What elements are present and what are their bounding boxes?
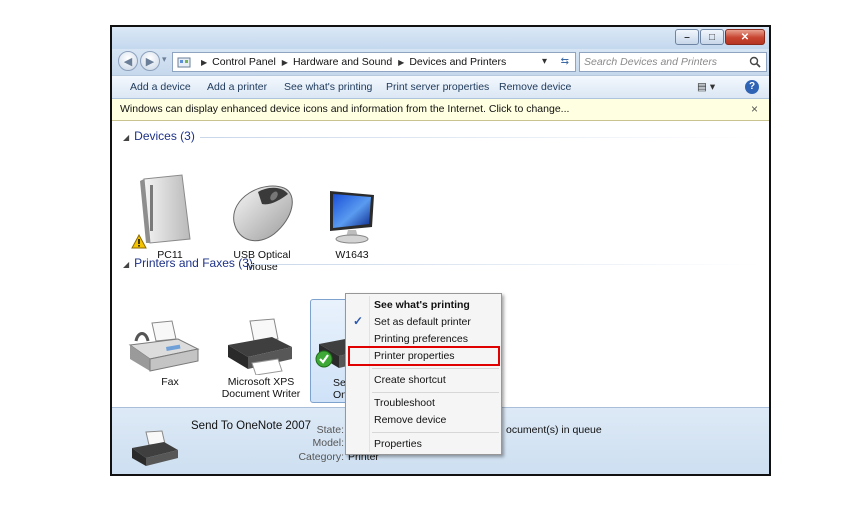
menu-separator	[372, 432, 499, 433]
minimize-button[interactable]: –	[675, 29, 699, 45]
help-icon[interactable]: ?	[745, 80, 759, 94]
maximize-icon: □	[708, 31, 716, 43]
default-printer-check-icon	[315, 350, 333, 368]
control-panel-icon	[177, 57, 191, 67]
group-divider	[250, 264, 760, 265]
search-box	[579, 52, 767, 72]
breadcrumb-devices-and-printers[interactable]: Devices and Printers	[409, 56, 506, 68]
printer-label: Fax	[161, 376, 179, 388]
breadcrumb-hardware-and-sound[interactable]: Hardware and Sound	[293, 56, 392, 68]
add-device-button[interactable]: Add a device	[130, 81, 191, 93]
title-bar[interactable]: – □ ✕	[112, 27, 769, 49]
command-bar: Add a device Add a printer See what's pr…	[112, 75, 769, 99]
forward-button[interactable]: ▶	[140, 51, 160, 71]
mouse-icon	[233, 185, 293, 242]
menu-item-create-shortcut[interactable]: Create shortcut	[374, 374, 446, 386]
warning-icon	[131, 234, 147, 249]
breadcrumb-control-panel[interactable]: Control Panel	[212, 56, 276, 68]
collapse-triangle-icon: ◢	[123, 133, 130, 142]
close-button[interactable]: ✕	[725, 29, 765, 45]
remove-device-button[interactable]: Remove device	[499, 81, 571, 93]
breadcrumb-separator-icon: ▶	[201, 57, 208, 67]
devices-group-title: Devices (3)	[134, 129, 195, 143]
monitor-icon	[330, 191, 374, 244]
forward-arrow-icon: ▶	[145, 55, 155, 68]
menu-item-properties[interactable]: Properties	[374, 438, 422, 450]
close-info-bar-icon[interactable]: ×	[751, 102, 758, 116]
address-row: ◀ ▶ ▾ ▶ Control Panel ▶ Hardware and Sou…	[112, 49, 769, 75]
details-state-label: State:	[316, 424, 344, 436]
details-queue-status: ocument(s) in queue	[506, 424, 602, 436]
checkmark-icon: ✓	[353, 314, 364, 328]
devices-group-header[interactable]: ◢ Devices (3)	[123, 129, 195, 143]
see-whats-printing-button[interactable]: See what's printing	[284, 81, 372, 93]
change-view-icon[interactable]: ▤ ▾	[697, 81, 715, 93]
menu-separator	[372, 368, 499, 369]
details-model-label: Model:	[312, 437, 344, 449]
group-divider	[200, 137, 760, 138]
search-icon[interactable]	[749, 56, 761, 68]
print-server-properties-button[interactable]: Print server properties	[386, 81, 489, 93]
search-input[interactable]	[584, 55, 744, 69]
recent-pages-icon[interactable]: ▾	[162, 54, 167, 65]
printer-label: Microsoft XPS Document Writer	[221, 376, 301, 400]
minimize-icon: –	[684, 31, 690, 43]
info-bar[interactable]: Windows can display enhanced device icon…	[112, 99, 769, 121]
highlight-box	[348, 346, 500, 366]
details-printer-name: Send To OneNote 2007	[191, 420, 311, 432]
close-icon: ✕	[740, 31, 750, 43]
printers-group-header[interactable]: ◢ Printers and Faxes (3)	[123, 256, 253, 270]
collapse-triangle-icon: ◢	[123, 260, 130, 269]
breadcrumb-separator-icon: ▶	[281, 57, 288, 67]
menu-gutter	[369, 296, 370, 452]
address-dropdown-icon[interactable]: ▾	[542, 56, 547, 67]
caption-buttons: – □ ✕	[674, 29, 765, 45]
address-bar[interactable]: ▶ Control Panel ▶ Hardware and Sound ▶ D…	[172, 52, 576, 72]
device-label: W1643	[335, 249, 369, 261]
add-printer-button[interactable]: Add a printer	[207, 81, 267, 93]
back-button[interactable]: ◀	[118, 51, 138, 71]
printer-context-menu: See what's printing ✓ Set as default pri…	[345, 293, 502, 455]
menu-item-troubleshoot[interactable]: Troubleshoot	[374, 397, 435, 409]
details-category-label: Category:	[298, 451, 344, 463]
menu-separator	[372, 392, 499, 393]
printer-icon	[132, 430, 178, 466]
menu-item-printing-preferences[interactable]: Printing preferences	[374, 333, 468, 345]
breadcrumb-separator-icon: ▶	[398, 57, 405, 67]
back-arrow-icon: ◀	[123, 55, 133, 68]
refresh-icon[interactable]: ⇆	[561, 56, 569, 67]
printer-icon	[228, 318, 292, 375]
menu-item-set-as-default-printer[interactable]: Set as default printer	[374, 316, 471, 328]
maximize-button[interactable]: □	[700, 29, 724, 45]
fax-icon	[128, 320, 200, 372]
menu-item-see-whats-printing[interactable]: See what's printing	[374, 299, 470, 311]
menu-item-remove-device[interactable]: Remove device	[374, 414, 446, 426]
info-bar-message[interactable]: Windows can display enhanced device icon…	[120, 103, 569, 115]
printers-group-title: Printers and Faxes (3)	[134, 256, 253, 270]
